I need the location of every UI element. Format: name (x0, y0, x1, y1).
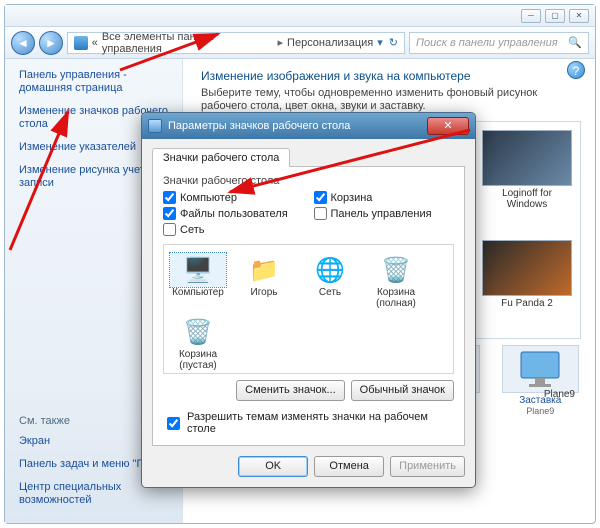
breadcrumb-prefix: « (92, 37, 98, 49)
sidebar-item-account-pic[interactable]: Изменение рисунка учетной записи (19, 164, 172, 190)
search-input[interactable]: Поиск в панели управления 🔍 (409, 32, 589, 54)
bottom-sub: Показ слайдов (203, 417, 281, 427)
nav-forward-button[interactable]: ► (39, 31, 63, 55)
bottom-links: Фон рабочего стола Показ слайдов Цвет ок… (201, 339, 581, 427)
bottom-label: Цвет окна (303, 395, 381, 406)
page-subtitle: Выберите тему, чтобы одновременно измени… (201, 87, 581, 113)
main-content: ? Изменение изображения и звука на компь… (183, 59, 595, 523)
theme-caption[interactable]: Fu Panda 2 (482, 298, 572, 309)
breadcrumb-leaf[interactable]: Персонализация (287, 37, 373, 49)
bottom-link-screensaver[interactable]: Заставка Plane9 (502, 345, 580, 427)
bottom-link-sounds[interactable]: Звуки По умолчанию (402, 345, 480, 427)
see-also-header: См. также (19, 415, 172, 427)
bottom-sub: Plane9 (502, 406, 580, 416)
see-also-taskbar[interactable]: Панель задач и меню "Пуск" (19, 458, 172, 471)
sidebar-item-desktop-icons[interactable]: Изменение значков рабочего стола (19, 105, 172, 131)
window-frame: ─ ▢ ✕ ◄ ► « Все элементы панели управлен… (4, 4, 596, 524)
help-icon[interactable]: ? (567, 61, 585, 79)
breadcrumb-dropdown-icon[interactable]: ▾ (377, 36, 383, 49)
bottom-link-color[interactable]: Цвет окна Небо (303, 345, 381, 427)
theme-caption[interactable]: Plane9 (544, 389, 575, 400)
control-panel-icon (74, 36, 88, 50)
refresh-icon[interactable]: ↻ (389, 36, 398, 49)
maximize-button[interactable]: ▢ (545, 9, 565, 23)
search-placeholder: Поиск в панели управления (416, 37, 558, 49)
bottom-label: Фон рабочего стола (203, 395, 281, 417)
see-also-display[interactable]: Экран (19, 435, 172, 448)
minimize-button[interactable]: ─ (521, 9, 541, 23)
see-also-accessibility[interactable]: Центр специальных возможностей (19, 481, 172, 507)
sidebar: Панель управления - домашняя страница Из… (5, 59, 183, 523)
bottom-label: Звуки (402, 395, 480, 406)
sidebar-item-pointers[interactable]: Изменение указателей (19, 141, 172, 154)
breadcrumb-sep: ▸ (278, 36, 284, 49)
sounds-icon (402, 345, 480, 393)
bottom-link-wallpaper[interactable]: Фон рабочего стола Показ слайдов (203, 345, 281, 427)
page-title: Изменение изображения и звука на компьют… (201, 69, 581, 83)
window-color-icon (303, 345, 381, 393)
nav-back-button[interactable]: ◄ (11, 31, 35, 55)
breadcrumb[interactable]: « Все элементы панели управления ▸ Персо… (67, 32, 405, 54)
sidebar-item-home[interactable]: Панель управления - домашняя страница (19, 69, 172, 95)
search-icon: 🔍 (568, 36, 582, 49)
bottom-sub: Небо (303, 406, 381, 416)
wallpaper-icon (203, 345, 281, 393)
nav-bar: ◄ ► « Все элементы панели управления ▸ П… (5, 27, 595, 59)
screensaver-icon (502, 345, 580, 393)
bottom-sub: По умолчанию (402, 406, 480, 416)
window-title-bar: ─ ▢ ✕ (5, 5, 595, 27)
breadcrumb-root[interactable]: Все элементы панели управления (102, 31, 274, 55)
theme-caption[interactable]: Loginoff for Windows (482, 188, 572, 210)
close-button[interactable]: ✕ (569, 9, 589, 23)
themes-panel[interactable]: Loginoff for Windows Fu Panda 2 (201, 121, 581, 339)
